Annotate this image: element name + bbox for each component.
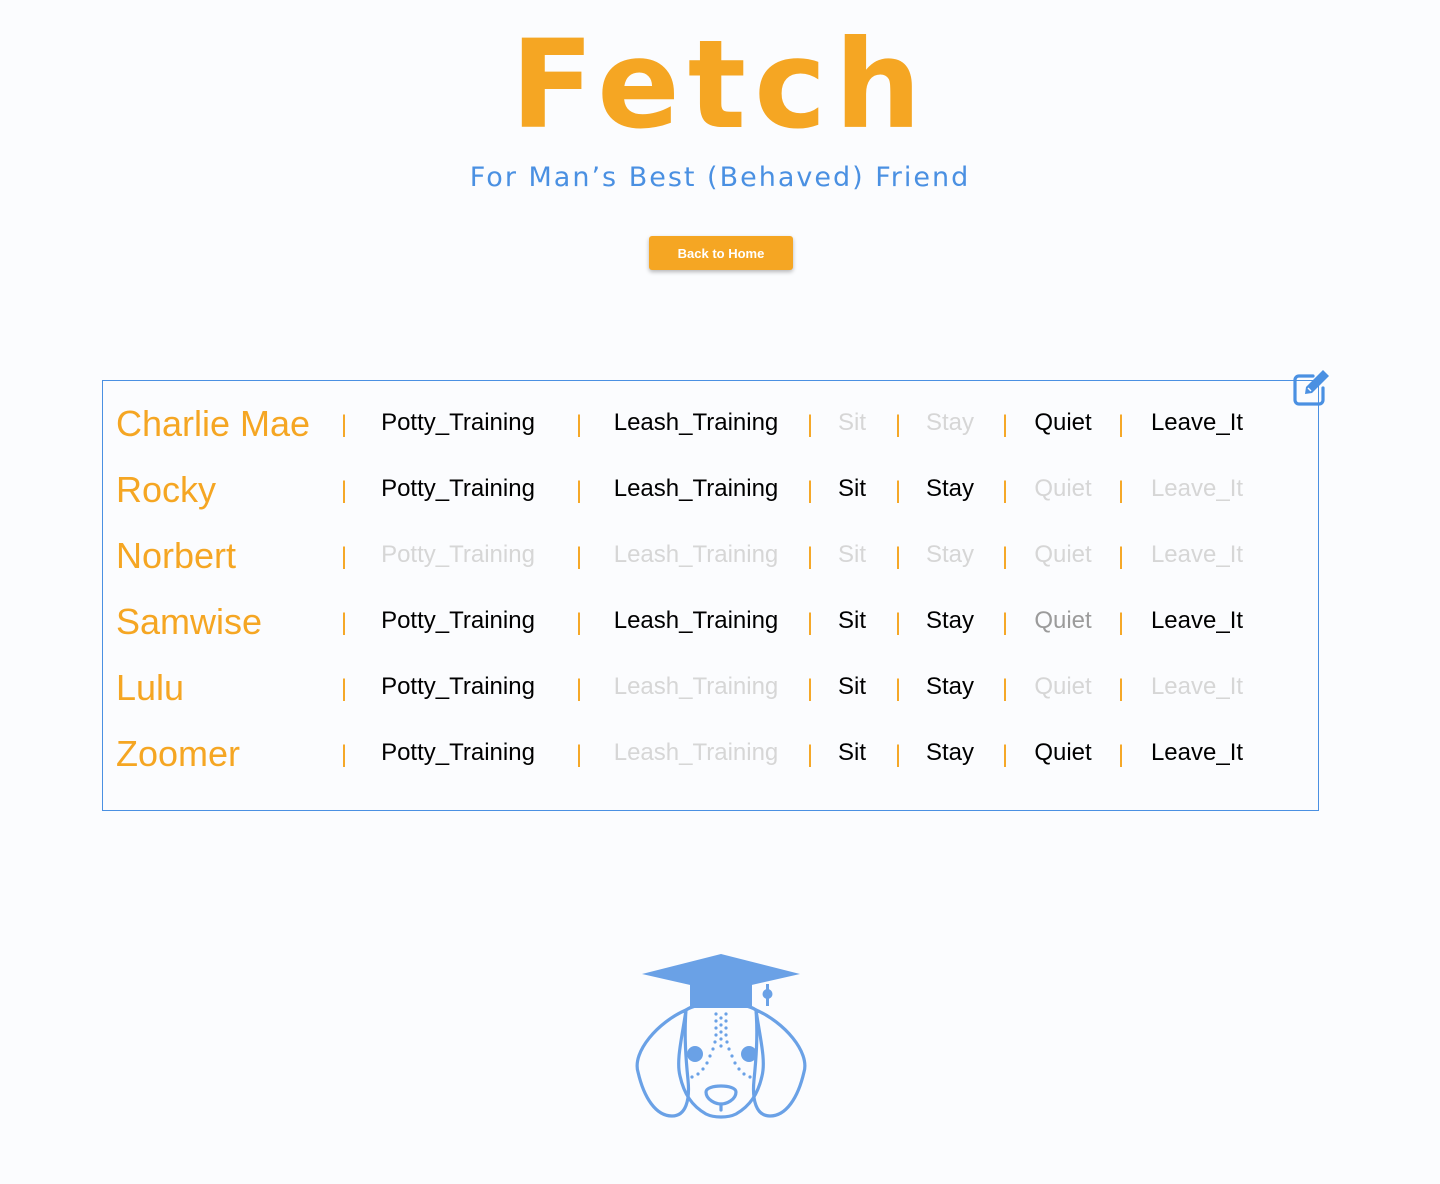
dog-name: Zoomer [116,733,241,774]
dog-row: Samwise | Potty_Training | Leash_Training | Si… [103,601,1318,642]
app-title: Fetch [510,14,930,156]
dog-name: Rocky [116,469,217,510]
dog-name: Charlie Mae [116,403,311,444]
skill-separator: | [575,477,583,504]
skill-leave-it[interactable]: Leave_It [1087,409,1307,437]
dog-name: Samwise [116,601,263,642]
skill-leave-it[interactable]: Leave_It [1087,541,1307,569]
graduate-dog-icon [635,954,807,1119]
dog-skills-panel: Charlie Mae | Potty_Training | Leash_Trainin… [102,380,1319,811]
back-to-home-button[interactable]: Back to Home [649,236,793,270]
skill-separator: | [575,543,583,570]
skill-leave-it[interactable]: Leave_It [1087,475,1307,503]
skill-potty-training[interactable]: Potty_Training [348,475,568,503]
skill-potty-training[interactable]: Potty_Training [348,541,568,569]
dog-name: Norbert [116,535,237,576]
dog-name: Lulu [116,667,185,708]
dog-row: Charlie Mae | Potty_Training | Leash_Trainin… [103,403,1318,444]
skill-leave-it[interactable]: Leave_It [1087,739,1307,767]
skill-potty-training[interactable]: Potty_Training [348,739,568,767]
skill-potty-training[interactable]: Potty_Training [348,409,568,437]
dog-row: Norbert | Potty_Training | Leash_Training | Si… [103,535,1318,576]
skill-separator: | [575,675,583,702]
skill-separator: | [575,411,583,438]
skill-leave-it[interactable]: Leave_It [1087,607,1307,635]
skill-leave-it[interactable]: Leave_It [1087,673,1307,701]
skill-potty-training[interactable]: Potty_Training [348,607,568,635]
edit-icon [1293,370,1329,406]
edit-button[interactable] [1289,368,1337,410]
dog-row: Rocky | Potty_Training | Leash_Training | Sit |… [103,469,1318,510]
skill-separator: | [575,741,583,768]
skill-potty-training[interactable]: Potty_Training [348,673,568,701]
dog-row: Zoomer | Potty_Training | Leash_Training | Sit… [103,733,1318,774]
app-tagline: For Man’s Best (Behaved) Friend [469,162,971,193]
skill-separator: | [575,609,583,636]
dog-row: Lulu | Potty_Training | Leash_Training | Sit | S… [103,667,1318,708]
